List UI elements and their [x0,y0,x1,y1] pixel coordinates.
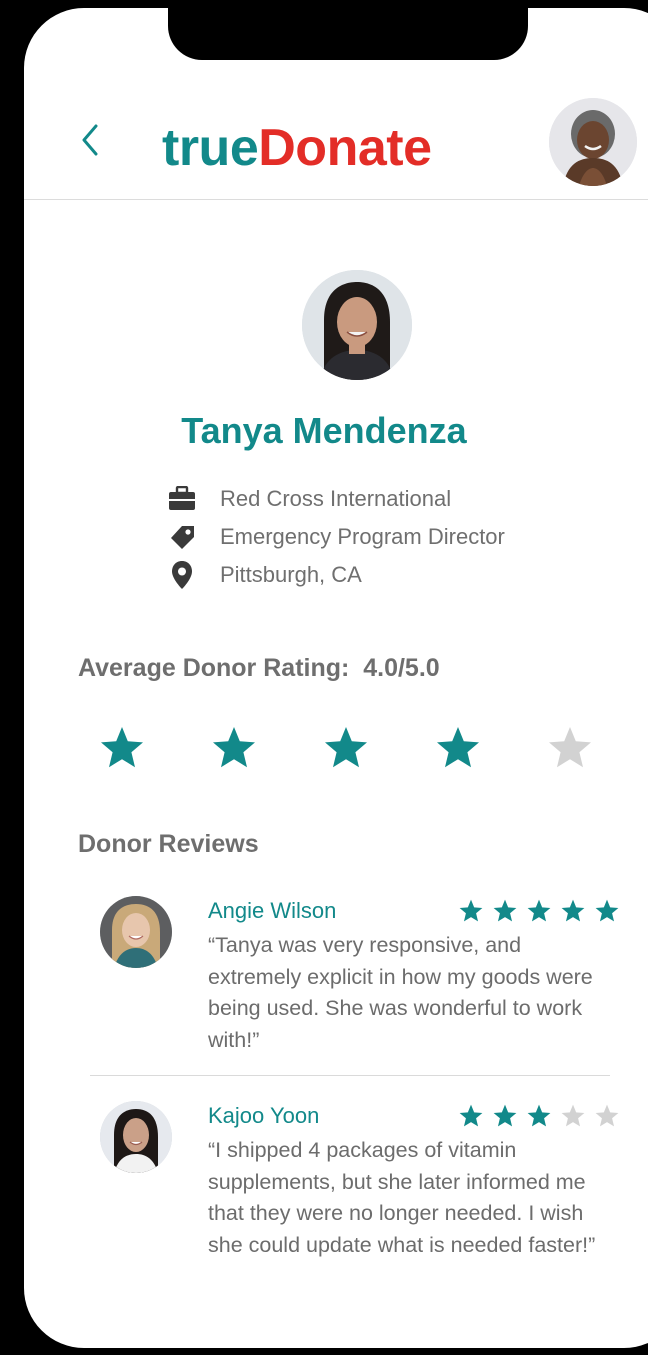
device-frame: trueDonate Tanya Mendenza Red Cross Inte… [0,0,648,1355]
average-rating-stars [98,724,598,774]
logo-part-true: true [162,119,259,177]
star-filled-icon [213,727,255,768]
location-row: Pittsburgh, CA [166,560,362,590]
star-empty-icon [595,1104,619,1127]
reviewer-name: Angie Wilson [208,898,337,923]
reviewer-portrait [100,896,172,968]
chevron-left-icon [82,124,98,156]
star-filled-icon [325,727,367,768]
organization-text: Red Cross International [220,486,452,511]
star-filled-icon [493,1104,517,1127]
user-avatar[interactable] [549,98,637,186]
app-header: trueDonate [24,98,648,200]
review-item: Angie Wilson “Tanya was very responsive,… [88,896,628,1066]
review-text: “I shipped 4 packages of vitamin supplem… [208,1138,596,1257]
star-filled-icon [527,1104,551,1127]
star-filled-icon [595,899,619,922]
job-title-row: Emergency Program Director [166,522,505,552]
review-item: Kajoo Yoon “I shipped 4 packages of vita… [88,1101,628,1311]
back-button[interactable] [76,118,104,162]
reviewer-avatar [100,1101,172,1173]
review-rating-stars [458,1103,628,1129]
star-filled-icon [437,727,479,768]
star-empty-icon [549,727,591,768]
star-filled-icon [459,899,483,922]
average-rating-label: Average Donor Rating: [78,654,350,682]
reviewer-name: Kajoo Yoon [208,1103,320,1128]
star-filled-icon [527,899,551,922]
tag-icon [171,526,194,549]
review-text: “Tanya was very responsive, and extremel… [208,933,593,1052]
reviewer-portrait [100,1101,172,1173]
notch [168,8,528,60]
user-avatar-portrait [549,98,637,186]
organization-row: Red Cross International [166,484,451,514]
profile-name: Tanya Mendenza [181,410,467,451]
average-rating: Average Donor Rating: 4.0/5.0 [78,654,440,683]
star-filled-icon [459,1104,483,1127]
job-title-text: Emergency Program Director [220,524,505,549]
reviews-section-title: Donor Reviews [78,830,259,858]
logo-part-donate: Donate [258,119,432,177]
star-filled-icon [493,899,517,922]
location-text: Pittsburgh, CA [220,562,362,587]
phone-screen: trueDonate Tanya Mendenza Red Cross Inte… [24,8,648,1348]
briefcase-icon [169,486,195,510]
app-logo: trueDonate [162,118,432,178]
review-divider [90,1075,610,1076]
star-filled-icon [561,899,585,922]
profile-portrait [302,270,412,380]
average-rating-value: 4.0/5.0 [363,654,440,682]
review-rating-stars [458,898,628,924]
star-empty-icon [561,1104,585,1127]
reviewer-avatar [100,896,172,968]
location-pin-icon [172,561,192,589]
star-filled-icon [101,727,143,768]
profile-avatar [302,270,412,380]
